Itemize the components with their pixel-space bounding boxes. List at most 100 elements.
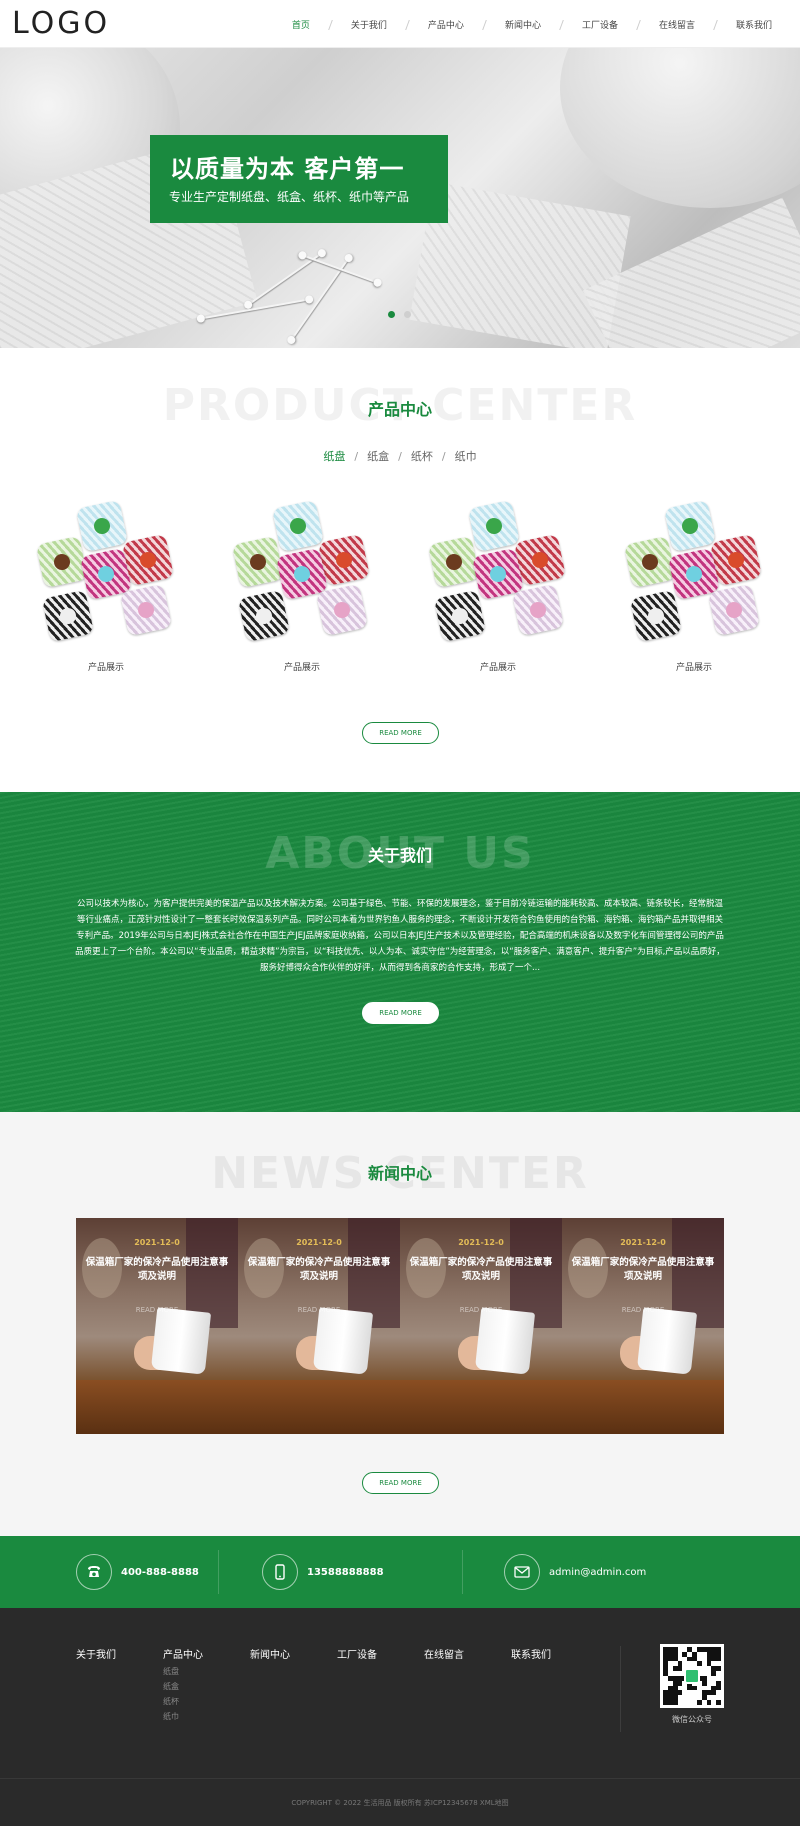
plate-center — [52, 552, 72, 572]
plate-center — [724, 600, 744, 620]
nav-item-contact[interactable]: 联系我们 — [736, 18, 772, 31]
site-logo[interactable]: LOGO — [12, 6, 110, 41]
footer-link-factory[interactable]: 工厂设备 — [337, 1646, 377, 1661]
products-read-more-button[interactable]: READ MORE — [362, 722, 439, 744]
plate-center — [136, 600, 156, 620]
about-section: ABOUT US 关于我们 公司以技术为核心，为客户提供完美的保温产品以及技术解… — [0, 792, 800, 1112]
footer-column: 新闻中心 — [250, 1646, 290, 1661]
news-read-more[interactable]: READ MORE — [562, 1306, 724, 1314]
news-card[interactable]: 2021-12-0 保温箱厂家的保冷产品使用注意事项及说明 READ MORE — [400, 1218, 562, 1434]
hero-banner[interactable]: 以质量为本 客户第一 专业生产定制纸盘、纸盒、纸杯、纸巾等产品 — [0, 48, 800, 348]
footer-column: 联系我们 — [511, 1646, 551, 1661]
footer-link-message[interactable]: 在线留言 — [424, 1646, 464, 1661]
news-headline[interactable]: 保温箱厂家的保冷产品使用注意事项及说明 — [408, 1256, 554, 1284]
product-image[interactable] — [418, 498, 578, 648]
paper-plate-graphic — [237, 589, 291, 643]
nav-item-home[interactable]: 首页 — [292, 18, 310, 31]
product-card[interactable]: 产品展示 — [418, 498, 578, 678]
plate-center — [332, 600, 352, 620]
product-section: PRODUCT CENTER 产品中心 纸盘 / 纸盒 / 纸杯 / 纸巾 产品… — [0, 348, 800, 792]
about-description: 公司以技术为核心，为客户提供完美的保温产品以及技术解决方案。公司基于绿色、节能、… — [75, 899, 725, 973]
carousel-dot[interactable] — [388, 311, 395, 318]
product-label[interactable]: 产品展示 — [614, 660, 774, 673]
product-card[interactable]: 产品展示 — [26, 498, 186, 678]
plate-center — [726, 550, 746, 570]
news-image-cup — [150, 1307, 212, 1375]
wechat-qr-code — [660, 1644, 724, 1708]
news-read-more[interactable]: READ MORE — [238, 1306, 400, 1314]
mobile-number: 13588888888 — [307, 1566, 384, 1578]
plate-center — [484, 516, 504, 536]
news-card[interactable]: 2021-12-0 保温箱厂家的保冷产品使用注意事项及说明 READ MORE — [562, 1218, 724, 1434]
plate-center — [138, 550, 158, 570]
nav-item-factory[interactable]: 工厂设备 — [582, 18, 618, 31]
tab-cup[interactable]: 纸杯 — [411, 448, 433, 464]
carousel-dots — [388, 311, 411, 318]
product-label[interactable]: 产品展示 — [26, 660, 186, 673]
footer-link-news[interactable]: 新闻中心 — [250, 1646, 290, 1661]
contact-phone[interactable]: 400-888-8888 — [76, 1554, 199, 1590]
news-read-more[interactable]: READ MORE — [76, 1306, 238, 1314]
nav-item-products[interactable]: 产品中心 — [428, 18, 464, 31]
news-headline[interactable]: 保温箱厂家的保冷产品使用注意事项及说明 — [84, 1256, 230, 1284]
phone-icon — [76, 1554, 112, 1590]
paper-plate-graphic — [511, 583, 565, 637]
nav-item-about[interactable]: 关于我们 — [351, 18, 387, 31]
product-label[interactable]: 产品展示 — [418, 660, 578, 673]
news-date: 2021-12-0 — [620, 1238, 666, 1247]
footer-sublink[interactable]: 纸巾 — [163, 1712, 203, 1721]
footer-column: 关于我们 — [76, 1646, 116, 1661]
news-date: 2021-12-0 — [134, 1238, 180, 1247]
tab-box[interactable]: 纸盒 — [367, 448, 389, 464]
tab-plate[interactable]: 纸盘 — [323, 448, 345, 464]
footer-column: 工厂设备 — [337, 1646, 377, 1661]
phone-number: 400-888-8888 — [121, 1566, 199, 1578]
paper-plate-graphic — [467, 499, 521, 553]
paper-plate-graphic — [317, 533, 371, 587]
news-read-more-button[interactable]: READ MORE — [362, 1472, 439, 1494]
footer-sublink[interactable]: 纸盘 — [163, 1667, 203, 1676]
plate-center — [646, 606, 666, 626]
news-read-more[interactable]: READ MORE — [400, 1306, 562, 1314]
plate-center — [528, 600, 548, 620]
tab-tissue[interactable]: 纸巾 — [455, 448, 477, 464]
about-read-more-button[interactable]: READ MORE — [362, 1002, 439, 1024]
contact-mobile[interactable]: 13588888888 — [262, 1554, 384, 1590]
news-date: 2021-12-0 — [458, 1238, 504, 1247]
product-image[interactable] — [26, 498, 186, 648]
product-tabs: 纸盘 / 纸盒 / 纸杯 / 纸巾 — [0, 448, 800, 464]
contact-bar: 400-888-8888 13588888888 admin@admin.com — [0, 1536, 800, 1608]
email-address: admin@admin.com — [549, 1566, 647, 1578]
plate-center — [334, 550, 354, 570]
footer-link-about[interactable]: 关于我们 — [76, 1646, 116, 1661]
plate-center — [444, 552, 464, 572]
news-headline[interactable]: 保温箱厂家的保冷产品使用注意事项及说明 — [246, 1256, 392, 1284]
mobile-icon — [262, 1554, 298, 1590]
paper-plate-graphic — [41, 589, 95, 643]
product-card[interactable]: 产品展示 — [614, 498, 774, 678]
news-headline[interactable]: 保温箱厂家的保冷产品使用注意事项及说明 — [570, 1256, 716, 1284]
paper-plate-graphic — [231, 535, 285, 589]
footer-link-contact[interactable]: 联系我们 — [511, 1646, 551, 1661]
footer-sublink[interactable]: 纸杯 — [163, 1697, 203, 1706]
nav-item-message[interactable]: 在线留言 — [659, 18, 695, 31]
main-nav: 首页 关于我们 产品中心 新闻中心 工厂设备 在线留言 联系我们 — [292, 18, 772, 31]
about-title: 关于我们 — [367, 846, 432, 865]
nav-item-news[interactable]: 新闻中心 — [505, 18, 541, 31]
news-card[interactable]: 2021-12-0 保温箱厂家的保冷产品使用注意事项及说明 READ MORE — [238, 1218, 400, 1434]
plate-center — [530, 550, 550, 570]
news-card[interactable]: 2021-12-0 保温箱厂家的保冷产品使用注意事项及说明 READ MORE — [76, 1218, 238, 1434]
carousel-dot[interactable] — [404, 311, 411, 318]
tab-separator: / — [441, 449, 446, 463]
product-label[interactable]: 产品展示 — [222, 660, 382, 673]
footer-link-products[interactable]: 产品中心 — [163, 1646, 203, 1661]
nav-separator — [636, 19, 641, 30]
contact-email[interactable]: admin@admin.com — [504, 1554, 646, 1590]
product-image[interactable] — [222, 498, 382, 648]
news-date: 2021-12-0 — [296, 1238, 342, 1247]
paper-plate-graphic — [707, 583, 761, 637]
product-image[interactable] — [614, 498, 774, 648]
product-card[interactable]: 产品展示 — [222, 498, 382, 678]
footer-sublink[interactable]: 纸盒 — [163, 1682, 203, 1691]
mail-icon — [504, 1554, 540, 1590]
